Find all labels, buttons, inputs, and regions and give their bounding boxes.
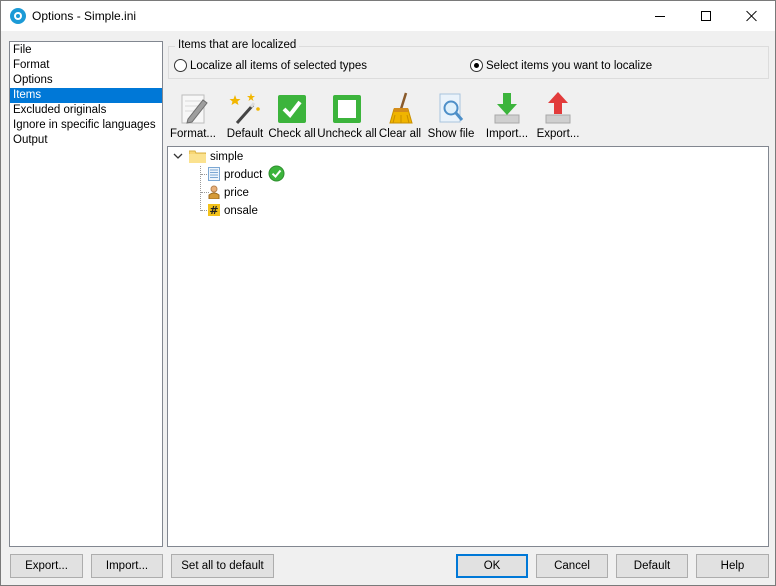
- cancel-button[interactable]: Cancel: [536, 554, 608, 578]
- minimize-icon: [655, 15, 665, 17]
- string-list-icon: [208, 166, 220, 184]
- category-item-output[interactable]: Output: [10, 133, 162, 148]
- localize-group-title: Items that are localized: [175, 39, 300, 51]
- magic-wand-icon: [227, 91, 263, 127]
- app-icon: [10, 8, 26, 24]
- default-button[interactable]: Default: [616, 554, 688, 578]
- clear-all-label: Clear all: [378, 128, 422, 140]
- ok-button[interactable]: OK: [456, 554, 528, 578]
- localize-all-label: Localize all items of selected types: [190, 59, 368, 72]
- category-item-items[interactable]: Items: [10, 88, 162, 103]
- check-all-button[interactable]: Check all: [268, 91, 316, 143]
- select-items-label: Select items you want to localize: [486, 59, 653, 72]
- show-file-button[interactable]: Show file: [428, 91, 474, 143]
- radio-checked-icon: [470, 59, 483, 72]
- title-bar: Options - Simple.ini: [1, 1, 775, 31]
- tree-node-onsale[interactable]: # onsale: [208, 202, 258, 220]
- tree-node-label: price: [224, 187, 249, 199]
- check-circle-icon[interactable]: [268, 165, 285, 185]
- folder-icon: [188, 149, 207, 166]
- check-all-label: Check all: [268, 128, 316, 140]
- tree-node-label: onsale: [224, 205, 258, 217]
- magnifier-icon: [433, 91, 469, 127]
- default-toolbar-label: Default: [226, 128, 264, 140]
- select-items-radio[interactable]: Select items you want to localize: [470, 59, 652, 72]
- hash-icon: #: [208, 203, 220, 220]
- export-button[interactable]: Export...: [10, 554, 83, 578]
- category-list[interactable]: File Format Options Items Excluded origi…: [9, 41, 163, 547]
- import-arrow-icon: [489, 91, 525, 127]
- tree-node-product[interactable]: product: [208, 165, 285, 185]
- category-item-options[interactable]: Options: [10, 73, 162, 88]
- tree-node-label: simple: [210, 151, 244, 163]
- window-title: Options - Simple.ini: [32, 9, 137, 23]
- import-button[interactable]: Import...: [91, 554, 163, 578]
- close-icon: [746, 10, 758, 22]
- export-toolbar-button[interactable]: Export...: [535, 91, 581, 143]
- import-toolbar-button[interactable]: Import...: [483, 91, 531, 143]
- category-item-excluded-originals[interactable]: Excluded originals: [10, 103, 162, 118]
- radio-unchecked-icon: [174, 59, 187, 72]
- localize-all-radio[interactable]: Localize all items of selected types: [174, 59, 367, 72]
- category-item-format[interactable]: Format: [10, 58, 162, 73]
- tree-node-label: product: [224, 169, 263, 181]
- show-file-label: Show file: [427, 128, 475, 140]
- chevron-down-icon[interactable]: [173, 151, 183, 164]
- clear-all-button[interactable]: Clear all: [379, 91, 421, 143]
- items-tree[interactable]: simple product price # onsale: [167, 146, 769, 547]
- help-button[interactable]: Help: [696, 554, 769, 578]
- minimize-button[interactable]: [637, 1, 683, 31]
- category-item-ignore-languages[interactable]: Ignore in specific languages: [10, 118, 162, 133]
- tree-node-root[interactable]: simple: [173, 148, 243, 166]
- svg-text:#: #: [209, 204, 218, 217]
- uncheck-all-label: Uncheck all: [317, 128, 377, 140]
- export-toolbar-label: Export...: [536, 128, 580, 140]
- tree-guide-line: [200, 166, 201, 211]
- maximize-button[interactable]: [683, 1, 729, 31]
- close-button[interactable]: [729, 1, 775, 31]
- maximize-icon: [701, 11, 711, 21]
- import-toolbar-label: Import...: [485, 128, 529, 140]
- broom-icon: [382, 91, 418, 127]
- tree-node-price[interactable]: price: [208, 184, 249, 202]
- category-item-file[interactable]: File: [10, 43, 162, 58]
- default-toolbar-button[interactable]: Default: [224, 91, 266, 143]
- uncheck-all-button[interactable]: Uncheck all: [317, 91, 377, 143]
- uncheck-all-icon: [329, 91, 365, 127]
- check-all-icon: [274, 91, 310, 127]
- format-button[interactable]: Format...: [168, 91, 218, 143]
- pencil-icon: [175, 91, 211, 127]
- options-dialog: Options - Simple.ini File Format Options…: [0, 0, 776, 586]
- set-all-default-button[interactable]: Set all to default: [171, 554, 274, 578]
- person-icon: [208, 185, 220, 202]
- export-arrow-icon: [540, 91, 576, 127]
- format-button-label: Format...: [169, 128, 216, 140]
